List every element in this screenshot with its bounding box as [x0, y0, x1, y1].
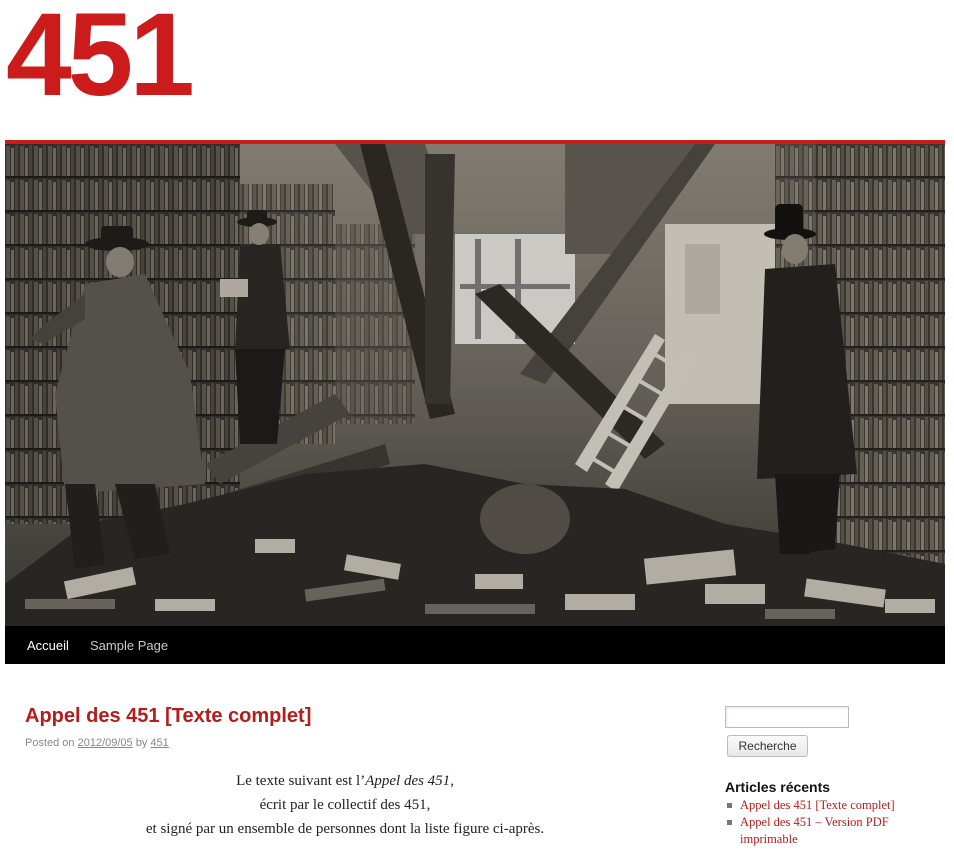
recent-post-item: Appel des 451 – Version PDF imprimable: [727, 814, 937, 848]
line1-emphasis: Appel des 451: [365, 773, 451, 789]
post-paragraph-line-2: écrit par le collectif des 451,: [259, 797, 431, 813]
post-meta: Posted on 2012/09/05 by 451: [25, 737, 169, 749]
recent-post-item: Appel des 451 [Texte complet]: [727, 797, 937, 814]
by-label: by: [135, 737, 148, 749]
search-input[interactable]: [725, 706, 849, 728]
post-date-link[interactable]: 2012/09/05: [78, 737, 133, 749]
post-paragraph-line-1: Le texte suivant est l’Appel des 451,: [25, 769, 665, 793]
bullet-icon: [727, 803, 732, 808]
header-banner-image: [5, 144, 945, 626]
recent-posts-list: Appel des 451 [Texte complet] Appel des …: [727, 797, 937, 848]
recent-post-link[interactable]: Appel des 451 – Version PDF imprimable: [740, 815, 889, 846]
line1-suffix: ,: [450, 773, 454, 789]
recent-post-link[interactable]: Appel des 451 [Texte complet]: [740, 798, 895, 812]
post-title[interactable]: Appel des 451 [Texte complet]: [25, 705, 311, 728]
bullet-icon: [727, 820, 732, 825]
main-navigation: Accueil Sample Page: [5, 626, 945, 664]
line1-prefix: Le texte suivant est l’: [236, 773, 366, 789]
nav-item-sample-page[interactable]: Sample Page: [90, 638, 168, 653]
post-paragraph-line-3: et signé par un ensemble de personnes do…: [145, 821, 545, 837]
posted-on-label: Posted on: [25, 737, 75, 749]
recent-posts-title: Articles récents: [725, 779, 831, 795]
search-button[interactable]: Recherche: [727, 735, 808, 757]
nav-item-accueil[interactable]: Accueil: [27, 638, 69, 653]
post-author-link[interactable]: 451: [150, 737, 168, 749]
site-title[interactable]: 451: [6, 0, 195, 114]
post-content: Le texte suivant est l’Appel des 451, éc…: [25, 769, 665, 841]
